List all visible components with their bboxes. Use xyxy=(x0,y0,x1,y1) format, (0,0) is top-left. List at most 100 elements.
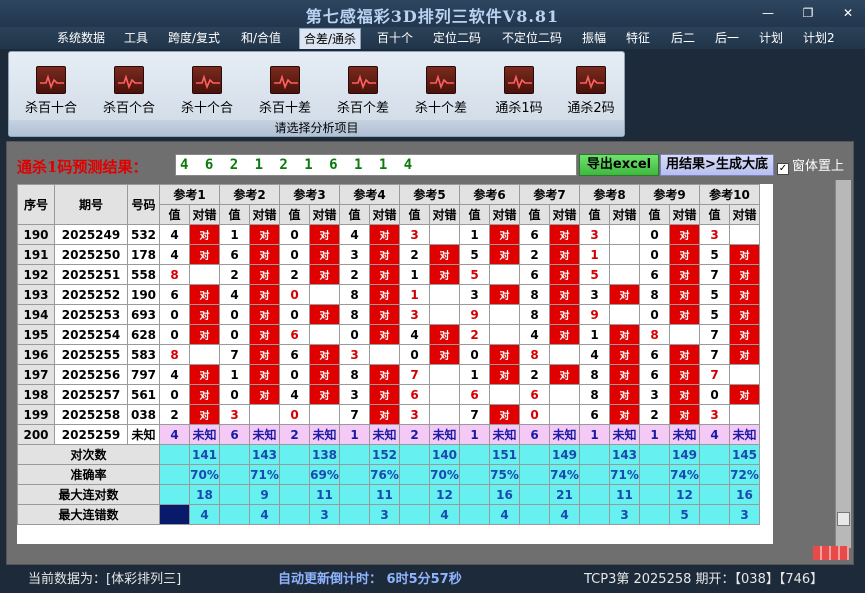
cell-hit: 对 xyxy=(489,344,520,365)
menu-item-4[interactable]: 合差/通杀 xyxy=(299,28,362,49)
stats-value: 140 xyxy=(429,444,460,465)
cell-hit: 对 xyxy=(549,324,580,345)
menu-item-9[interactable]: 特征 xyxy=(626,28,650,48)
cell-hit: 对 xyxy=(429,244,460,265)
cell-hit xyxy=(429,384,460,405)
ribbon-button-7[interactable]: 通杀2码 xyxy=(555,66,627,118)
cell-value: 1 xyxy=(459,364,490,385)
cell-hit: 对 xyxy=(249,304,280,325)
stats-spacer xyxy=(279,444,310,465)
table-row[interactable]: 190 2025249 532 4 对 1 对 0 对 4 对 3 1 对 6 对 3 0 对 3 xyxy=(17,224,760,245)
ribbon-button-3[interactable]: 杀百十差 xyxy=(249,66,321,118)
ribbon-button-0[interactable]: 杀百十合 xyxy=(15,66,87,118)
stats-spacer xyxy=(579,484,610,505)
cell-value: 1 xyxy=(459,424,490,445)
scrollbar-thumb[interactable] xyxy=(837,512,850,526)
menu-item-10[interactable]: 后二 xyxy=(671,28,695,48)
cell-value: 7 xyxy=(339,404,370,425)
table-row[interactable]: 192 2025251 558 8 2 对 2 对 2 对 1 对 5 6 对 5 6 对 7 对 xyxy=(17,264,760,285)
menu-item-0[interactable]: 系统数据 xyxy=(57,28,105,48)
table-row[interactable]: 198 2025257 561 0 对 0 对 4 对 3 对 6 6 6 8 对 3 对 0 对 xyxy=(17,384,760,405)
ribbon-button-5[interactable]: 杀十个差 xyxy=(405,66,477,118)
table-row[interactable]: 194 2025253 693 0 对 0 对 0 对 8 对 3 9 8 对 9 0 对 5 对 xyxy=(17,304,760,325)
close-button[interactable]: ✕ xyxy=(837,5,859,21)
export-excel-button[interactable]: 导出excel xyxy=(579,154,659,176)
cell-hit xyxy=(489,324,520,345)
cell-hit: 对 xyxy=(669,344,700,365)
cell-value: 7 xyxy=(699,264,730,285)
cell-value: 5 xyxy=(699,284,730,305)
cell-hit xyxy=(429,224,460,245)
table-row[interactable]: 200 2025259 未知 4 未知 6 未知 2 未知 1 未知 2 未知 1 未知 6 未知 1 未知 1 未知 4… xyxy=(17,424,760,445)
menu-item-6[interactable]: 定位二码 xyxy=(433,28,481,48)
cell-hit: 对 xyxy=(369,304,400,325)
menu-item-8[interactable]: 振幅 xyxy=(582,28,606,48)
stats-value: 5 xyxy=(669,504,700,525)
menu-item-5[interactable]: 百十个 xyxy=(377,28,413,48)
minimize-button[interactable]: — xyxy=(757,5,779,21)
table-row[interactable]: 195 2025254 628 0 对 0 对 6 0 对 4 对 2 4 对 1 对 8 7 对 xyxy=(17,324,760,345)
cell-hit: 对 xyxy=(549,304,580,325)
subcol-value: 值 xyxy=(279,204,310,225)
cell-hit: 对 xyxy=(489,364,520,385)
subcol-value: 值 xyxy=(159,204,190,225)
stats-spacer xyxy=(159,444,190,465)
subcol-hit: 对错 xyxy=(189,204,220,225)
cell-value: 3 xyxy=(399,404,430,425)
cell-value: 4 xyxy=(339,224,370,245)
generate-base-button[interactable]: 用结果>生成大底 xyxy=(660,154,774,176)
stats-spacer xyxy=(399,504,430,525)
cell-hit: 对 xyxy=(729,384,760,405)
table-row[interactable]: 197 2025256 797 4 对 1 对 0 对 8 对 7 1 对 2 对 8 对 6 对 7 xyxy=(17,364,760,385)
cell-hit xyxy=(609,304,640,325)
row-period: 2025250 xyxy=(54,244,128,265)
stats-spacer xyxy=(699,504,730,525)
cell-hit: 对 xyxy=(669,264,700,285)
stats-value: 152 xyxy=(369,444,400,465)
window-ontop-checkbox[interactable]: ✓ 窗体置上 xyxy=(777,155,844,175)
row-number: 未知 xyxy=(127,424,160,445)
cell-hit: 对 xyxy=(189,244,220,265)
menu-item-13[interactable]: 计划2 xyxy=(803,28,835,48)
table-row[interactable]: 193 2025252 190 6 对 4 对 0 8 对 1 3 对 8 对 3 对 8 对 5 对 xyxy=(17,284,760,305)
cell-value: 6 xyxy=(519,384,550,405)
ribbon-button-4[interactable]: 杀百个差 xyxy=(327,66,399,118)
row-period: 2025253 xyxy=(54,304,128,325)
ribbon-button-1[interactable]: 杀百个合 xyxy=(93,66,165,118)
menu-item-11[interactable]: 后一 xyxy=(715,28,739,48)
prediction-result-field[interactable]: 4 6 2 1 2 1 6 1 1 4 xyxy=(175,154,577,176)
table-row[interactable]: 196 2025255 583 8 7 对 6 对 3 0 对 0 对 8 4 对 6 对 7 对 xyxy=(17,344,760,365)
ribbon-button-6[interactable]: 通杀1码 xyxy=(483,66,555,118)
menu-item-7[interactable]: 不定位二码 xyxy=(502,28,562,48)
row-number: 038 xyxy=(127,404,160,425)
cell-hit xyxy=(489,264,520,285)
stats-value: 11 xyxy=(609,484,640,505)
menu-item-3[interactable]: 和/合值 xyxy=(241,28,281,48)
stats-value: 12 xyxy=(669,484,700,505)
ribbon-button-label: 杀百十差 xyxy=(258,101,311,116)
menu-item-12[interactable]: 计划 xyxy=(759,28,783,48)
cell-value: 8 xyxy=(339,364,370,385)
ribbon-button-2[interactable]: 杀十个合 xyxy=(171,66,243,118)
table-row[interactable]: 199 2025258 038 2 对 3 0 7 对 3 7 对 0 6 对 2 对 3 xyxy=(17,404,760,425)
stats-value: 70% xyxy=(429,464,460,485)
cell-hit xyxy=(309,324,340,345)
checkbox-check-icon[interactable]: ✓ xyxy=(777,163,789,175)
vertical-scrollbar[interactable] xyxy=(835,180,851,548)
cell-hit: 未知 xyxy=(549,424,580,445)
stats-spacer xyxy=(459,504,490,525)
table-row[interactable]: 191 2025250 178 4 对 6 对 0 对 3 对 2 对 5 对 2 对 1 0 对 5 对 xyxy=(17,244,760,265)
subcol-value: 值 xyxy=(579,204,610,225)
menu-item-2[interactable]: 跨度/复式 xyxy=(168,28,220,48)
cell-hit: 对 xyxy=(309,344,340,365)
maximize-button[interactable]: ❐ xyxy=(797,5,819,21)
cell-value: 8 xyxy=(579,364,610,385)
cell-value: 1 xyxy=(579,324,610,345)
cell-hit: 对 xyxy=(429,324,460,345)
cell-value: 1 xyxy=(399,264,430,285)
stats-value: 76% xyxy=(369,464,400,485)
menu-item-1[interactable]: 工具 xyxy=(124,28,148,48)
cell-value: 0 xyxy=(279,304,310,325)
row-number: 190 xyxy=(127,284,160,305)
app-title: 第七感福彩3D排列三软件V8.81 xyxy=(305,7,560,26)
